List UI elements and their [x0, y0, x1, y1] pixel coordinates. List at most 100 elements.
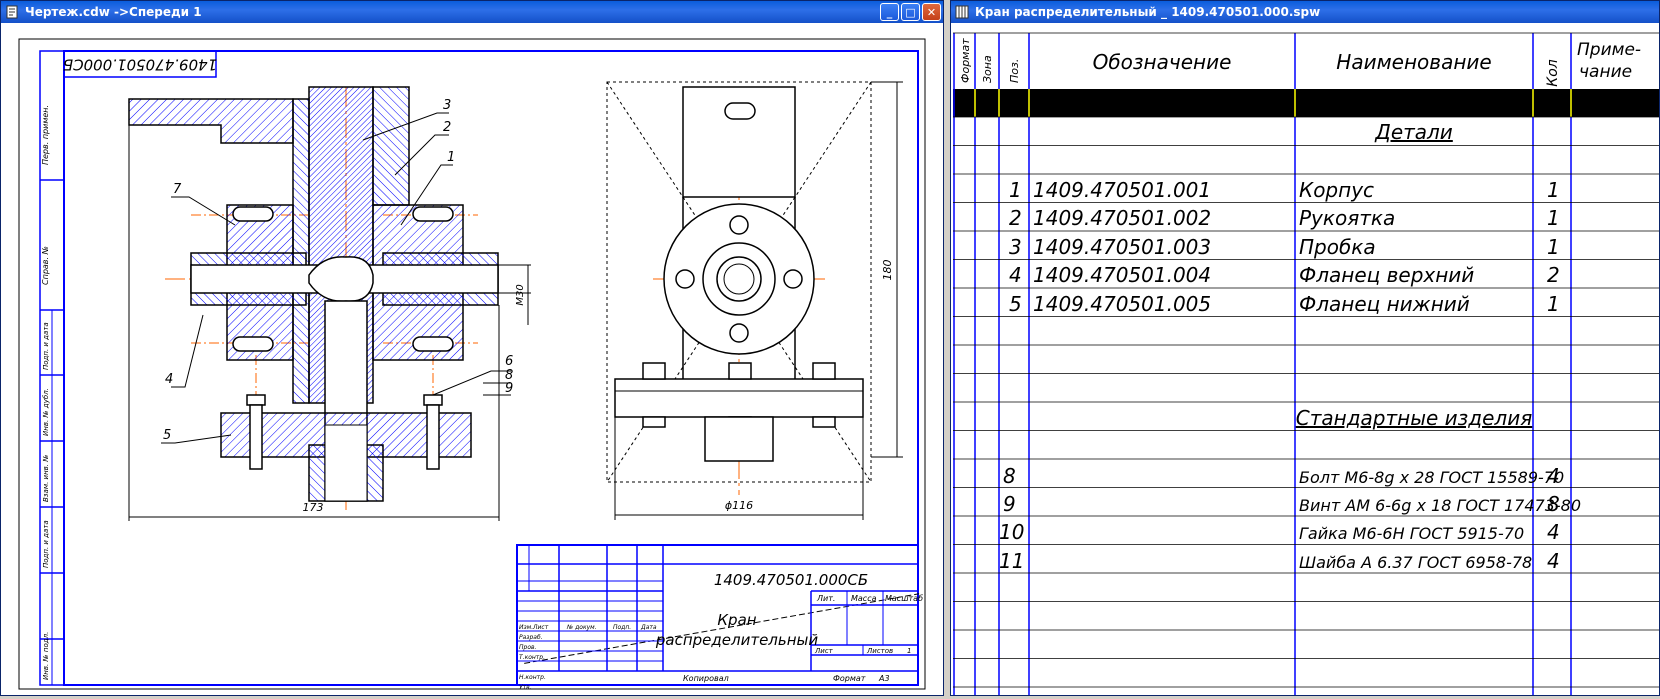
- spec-columns: [953, 33, 1572, 695]
- stamp-title-2: распределительный: [655, 631, 818, 649]
- standard-10-qty[interactable]: 4: [1547, 520, 1560, 544]
- strip-label-3: Подп. и дата: [42, 322, 50, 370]
- standard-11-name[interactable]: Шайба А 6.37 ГОСТ 6958-78: [1299, 553, 1532, 572]
- standard-11-qty[interactable]: 4: [1547, 549, 1560, 573]
- stamp-row-utv: Утв.: [519, 684, 532, 691]
- strip-label-5: Взам. инв. №: [42, 454, 50, 502]
- detail-4-name[interactable]: Фланец верхний: [1299, 263, 1474, 287]
- spec-title-bar[interactable]: Кран распределительный _ 1409.470501.000…: [951, 1, 1659, 23]
- standard-8-qty[interactable]: 4: [1547, 464, 1560, 488]
- section-view: 173 M30 3 2 1 7 4 5 6 8 9: [128, 86, 531, 521]
- stamp-header-list: Лист: [532, 624, 549, 631]
- detail-5-name[interactable]: Фланец нижний: [1299, 292, 1470, 316]
- detail-2-designation[interactable]: 1409.470501.002: [1033, 206, 1211, 230]
- minimize-button[interactable]: _: [880, 3, 899, 21]
- strip-label-2: Справ. №: [41, 246, 50, 285]
- stamp-copied: Копировал: [683, 674, 729, 683]
- standard-8-name[interactable]: Болт М6-8g x 28 ГОСТ 15589-70: [1299, 468, 1564, 487]
- dim-180: 180: [881, 260, 894, 281]
- standard-10-pos[interactable]: 10: [999, 520, 1024, 544]
- drawing-window-title: Чертеж.cdw ->Спереди 1: [25, 5, 202, 19]
- detail-1-designation[interactable]: 1409.470501.001: [1033, 178, 1211, 202]
- stamp-title-1: Кран: [717, 611, 756, 629]
- stamp-format-value: A3: [878, 674, 890, 683]
- detail-4-qty[interactable]: 2: [1547, 263, 1560, 287]
- detail-3-qty[interactable]: 1: [1547, 235, 1560, 259]
- detail-1-name[interactable]: Корпус: [1299, 178, 1374, 202]
- standard-8-pos[interactable]: 8: [1003, 464, 1016, 488]
- dim-m30: M30: [515, 284, 526, 305]
- callout-1: 1: [447, 150, 455, 165]
- mirrored-doc-code: 1409.470501.000СБ: [63, 56, 217, 74]
- callout-2: 2: [443, 120, 451, 135]
- detail-5-pos[interactable]: 5: [1009, 292, 1022, 316]
- detail-5-qty[interactable]: 1: [1547, 292, 1560, 316]
- callout-6: 6: [505, 354, 513, 369]
- drawing-svg: Перв. примен. Справ. № Подп. и дата Инв.…: [18, 38, 926, 691]
- standard-9-name[interactable]: Винт АМ 6-6g x 18 ГОСТ 17473-80: [1299, 496, 1581, 515]
- spec-headers: Формат Зона Поз. Обозначение Наименовани…: [959, 38, 1641, 87]
- detail-5-designation[interactable]: 1409.470501.005: [1033, 292, 1211, 316]
- header-pos: Поз.: [1008, 59, 1021, 83]
- callout-3: 3: [443, 98, 451, 113]
- stamp-sheets-count: 1: [907, 647, 911, 655]
- spec-table[interactable]: Формат Зона Поз. Обозначение Наименовани…: [953, 25, 1659, 695]
- detail-3-name[interactable]: Пробка: [1299, 235, 1376, 259]
- detail-2-qty[interactable]: 1: [1547, 206, 1560, 230]
- detail-2-name[interactable]: Рукоятка: [1299, 206, 1395, 230]
- header-note-2: чание: [1579, 62, 1632, 82]
- standard-9-pos[interactable]: 9: [1003, 492, 1016, 516]
- spec-window-title: Кран распределительный _ 1409.470501.000…: [975, 5, 1321, 19]
- detail-4-pos[interactable]: 4: [1009, 263, 1022, 287]
- header-zone: Зона: [981, 55, 994, 83]
- dim-phi116: ϕ116: [725, 499, 753, 512]
- detail-3-pos[interactable]: 3: [1009, 235, 1022, 259]
- callout-4: 4: [165, 372, 173, 387]
- maximize-button[interactable]: □: [901, 3, 920, 21]
- stamp-row-razrab: Разраб.: [519, 634, 543, 641]
- stamp-sheets: Листов: [866, 647, 893, 655]
- dim-173: 173: [303, 501, 324, 514]
- drawing-title-bar[interactable]: Чертеж.cdw ->Спереди 1 _ □ ✕: [1, 1, 943, 23]
- standard-9-qty[interactable]: 8: [1547, 492, 1560, 516]
- standard-10-name[interactable]: Гайка М6-6Н ГОСТ 5915-70: [1299, 524, 1524, 543]
- detail-2-pos[interactable]: 2: [1009, 206, 1022, 230]
- detail-1-qty[interactable]: 1: [1547, 178, 1560, 202]
- callout-9: 9: [505, 381, 513, 396]
- spec-document-icon: [955, 5, 969, 19]
- details-list: 1 1409.470501.001 Корпус 1 2 1409.470501…: [1009, 178, 1560, 316]
- maximize-icon: □: [905, 5, 916, 19]
- drawing-window[interactable]: Чертеж.cdw ->Спереди 1 _ □ ✕ Перв. приме…: [0, 0, 944, 696]
- spec-svg: Формат Зона Поз. Обозначение Наименовани…: [953, 32, 1659, 695]
- section-details: Детали: [1374, 120, 1453, 144]
- detail-1-pos[interactable]: 1: [1009, 178, 1022, 202]
- standard-11-pos[interactable]: 11: [999, 549, 1024, 573]
- document-icon: [6, 5, 18, 19]
- close-icon: ✕: [926, 5, 937, 19]
- mirrored-code-box: 1409.470501.000СБ: [63, 50, 217, 78]
- spec-rows: [953, 32, 1659, 688]
- detail-3-designation[interactable]: 1409.470501.003: [1033, 235, 1211, 259]
- selected-row[interactable]: [953, 89, 1659, 117]
- close-button[interactable]: ✕: [922, 3, 941, 21]
- stamp-lit: Лит.: [816, 594, 835, 603]
- detail-4-designation[interactable]: 1409.470501.004: [1033, 263, 1211, 287]
- section-standard: Стандартные изделия: [1296, 406, 1532, 430]
- strip-label-7: Инв. № подл.: [42, 632, 50, 680]
- drawing-canvas[interactable]: Перв. примен. Справ. № Подп. и дата Инв.…: [3, 25, 941, 693]
- stamp-sheet: Лист: [814, 647, 834, 655]
- stamp-header-izm: Изм.: [519, 624, 533, 631]
- left-strip: Перв. примен. Справ. № Подп. и дата Инв.…: [39, 50, 65, 686]
- stamp-header-sign: Подп.: [613, 624, 631, 631]
- side-view: 180 ϕ116: [606, 81, 903, 520]
- stamp-mass: Масса: [851, 594, 877, 603]
- spec-window[interactable]: Кран распределительный _ 1409.470501.000…: [950, 0, 1660, 696]
- header-note-1: Приме-: [1577, 40, 1641, 60]
- stamp-row-tkontr: Т.контр.: [519, 654, 545, 661]
- standard-list: 8 Болт М6-8g x 28 ГОСТ 15589-70 4 9 Винт…: [999, 464, 1581, 573]
- stamp-doc-code: 1409.470501.000СБ: [714, 571, 868, 589]
- strip-label-1: Перв. примен.: [41, 105, 50, 165]
- header-format: Формат: [959, 38, 972, 83]
- header-name: Наименование: [1336, 50, 1491, 74]
- strip-label-6: Подп. и дата: [42, 520, 50, 568]
